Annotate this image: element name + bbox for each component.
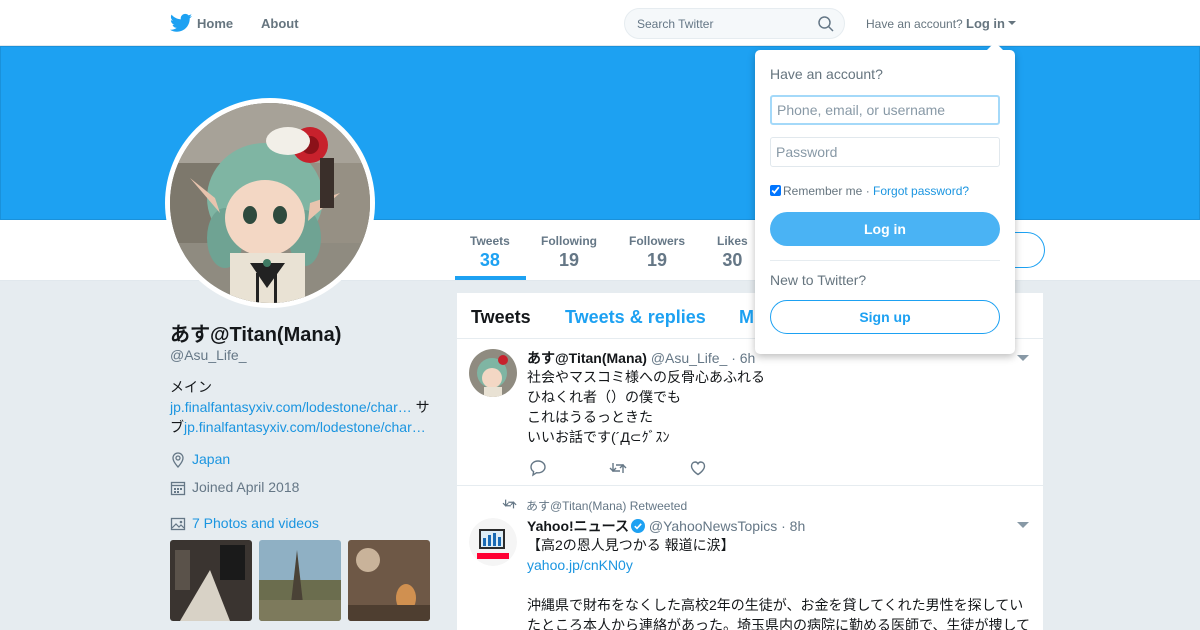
stat-label: Followers: [629, 234, 686, 248]
avatar-image: [170, 103, 370, 303]
tweet-line: いいお話です(´Д⊂ｸﾞｽﾝ: [527, 429, 670, 445]
password-field[interactable]: [770, 137, 1000, 167]
active-tab-indicator: [455, 276, 526, 280]
tweet-line: 社会やマスコミ様への反骨心あふれる: [527, 369, 765, 385]
tweet-header: あす@Titan(Mana) @Asu_Life_ · 6h: [527, 348, 755, 368]
retweet-icon: [502, 499, 517, 509]
calendar-icon: [170, 481, 186, 496]
login-dropdown: Have an account? Remember me · Forgot pa…: [755, 42, 1015, 354]
tweet-author-name[interactable]: あす@Titan(Mana): [527, 350, 647, 366]
chevron-down-icon[interactable]: [1017, 355, 1029, 361]
photos-videos-link[interactable]: 7 Photos and videos: [192, 515, 319, 531]
separator: ·: [862, 184, 874, 198]
login-button[interactable]: Log in: [770, 212, 1000, 246]
tweet-line: これはうるっときた: [527, 409, 653, 425]
profile-handle[interactable]: @Asu_Life_: [170, 347, 246, 363]
top-nav: Home About Search Twitter Have an accoun…: [0, 0, 1200, 46]
profile-bio: メイン jp.finalfantasyxiv.com/lodestone/cha…: [170, 377, 435, 437]
tweet-author-handle[interactable]: @YahooNewsTopics: [649, 518, 777, 534]
stat-tweets[interactable]: Tweets 38: [470, 234, 510, 271]
tweet-avatar[interactable]: [469, 518, 517, 566]
media-thumbnail[interactable]: [259, 540, 341, 621]
media-thumbnail[interactable]: [348, 540, 430, 621]
stat-following[interactable]: Following 19: [541, 234, 597, 271]
forgot-password-link[interactable]: Forgot password?: [873, 184, 969, 198]
stat-value: 30: [722, 250, 743, 270]
tweet-avatar[interactable]: [469, 349, 517, 397]
chevron-down-icon[interactable]: [1008, 21, 1016, 25]
tweet-text: 【高2の恩人見つかる 報道に涙】 yahoo.jp/cnKN0y 沖縄県で財布を…: [527, 535, 1037, 630]
stat-label: Likes: [717, 234, 748, 248]
dropdown-title: Have an account?: [770, 66, 883, 82]
tab-media[interactable]: M: [739, 307, 754, 328]
photo-icon: [170, 517, 186, 531]
stat-likes[interactable]: Likes 30: [717, 234, 748, 271]
profile-name[interactable]: あす@Titan(Mana): [170, 318, 341, 347]
login-dropdown-toggle[interactable]: Log in: [966, 16, 1005, 31]
remember-me-checkbox[interactable]: [770, 185, 781, 196]
stat-value: 38: [479, 250, 500, 270]
tweet[interactable]: あす@Titan(Mana) Retweeted Yahoo!ニュース @Yah…: [457, 486, 1043, 630]
divider: [770, 260, 1000, 261]
search-input[interactable]: Search Twitter: [624, 8, 845, 39]
bio-link-main[interactable]: jp.finalfantasyxiv.com/lodestone/char…: [170, 399, 412, 415]
bio-text: メイン: [170, 379, 212, 395]
verified-badge-icon: [630, 519, 645, 533]
tweet-timestamp[interactable]: · 6h: [731, 350, 755, 366]
stat-label: Tweets: [470, 234, 510, 248]
nav-about-link[interactable]: About: [261, 16, 299, 31]
reply-icon[interactable]: [529, 459, 547, 477]
tweet[interactable]: あす@Titan(Mana) @Asu_Life_ · 6h 社会やマスコミ様へ…: [457, 339, 1043, 486]
location-pin-icon: [172, 452, 184, 468]
username-field[interactable]: [770, 95, 1000, 125]
tweet-timestamp[interactable]: · 8h: [781, 518, 805, 534]
tweet-line: ひねくれ者（）の僕でも: [527, 389, 681, 405]
tab-tweets[interactable]: Tweets: [471, 307, 531, 328]
retweet-label[interactable]: あす@Titan(Mana) Retweeted: [526, 499, 687, 513]
tweet-author-name[interactable]: Yahoo!ニュース: [527, 518, 629, 534]
have-account-label: Have an account?: [866, 17, 963, 31]
tweet-line: 沖縄県で財布をなくした高校2年の生徒が、お金を貸してくれた男性を探してい: [527, 597, 1024, 613]
chevron-down-icon[interactable]: [1017, 522, 1029, 528]
joined-date: Joined April 2018: [192, 479, 300, 495]
tweet-link[interactable]: yahoo.jp/cnKN0y: [527, 557, 633, 573]
remember-row: Remember me · Forgot password?: [770, 184, 969, 198]
new-to-twitter-label: New to Twitter?: [770, 272, 867, 288]
stat-value: 19: [646, 250, 668, 270]
tweet-line: たところ本人から連絡があった。埼玉県内の病院に勤める医師で、生徒が捜して: [527, 617, 1031, 630]
tweet-author-handle[interactable]: @Asu_Life_: [651, 350, 727, 366]
tweet-line: 【高2の恩人見つかる 報道に涙】: [527, 537, 735, 553]
retweet-context: あす@Titan(Mana) Retweeted: [502, 497, 687, 514]
media-thumbnail[interactable]: [170, 540, 252, 621]
tweet-actions: [527, 459, 727, 477]
stat-label: Following: [541, 234, 597, 248]
like-heart-icon[interactable]: [689, 459, 707, 477]
stat-followers[interactable]: Followers 19: [629, 234, 685, 271]
tweet-header: Yahoo!ニュース @YahooNewsTopics · 8h: [527, 516, 805, 536]
remember-me-label[interactable]: Remember me: [783, 184, 862, 198]
retweet-icon[interactable]: [609, 459, 627, 477]
stat-value: 19: [558, 250, 580, 270]
bio-link-sub[interactable]: jp.finalfantasyxiv.com/lodestone/char…: [184, 419, 426, 435]
search-placeholder: Search Twitter: [637, 17, 714, 31]
tab-tweets-replies[interactable]: Tweets & replies: [565, 307, 706, 328]
profile-avatar[interactable]: [165, 98, 375, 308]
nav-home-link[interactable]: Home: [197, 16, 233, 31]
twitter-bird-icon[interactable]: [170, 13, 192, 33]
location-link[interactable]: Japan: [192, 451, 230, 467]
search-icon[interactable]: [818, 16, 834, 32]
tweet-text: 社会やマスコミ様への反骨心あふれる ひねくれ者（）の僕でも これはうるっときた …: [527, 367, 1037, 447]
signup-button[interactable]: Sign up: [770, 300, 1000, 334]
